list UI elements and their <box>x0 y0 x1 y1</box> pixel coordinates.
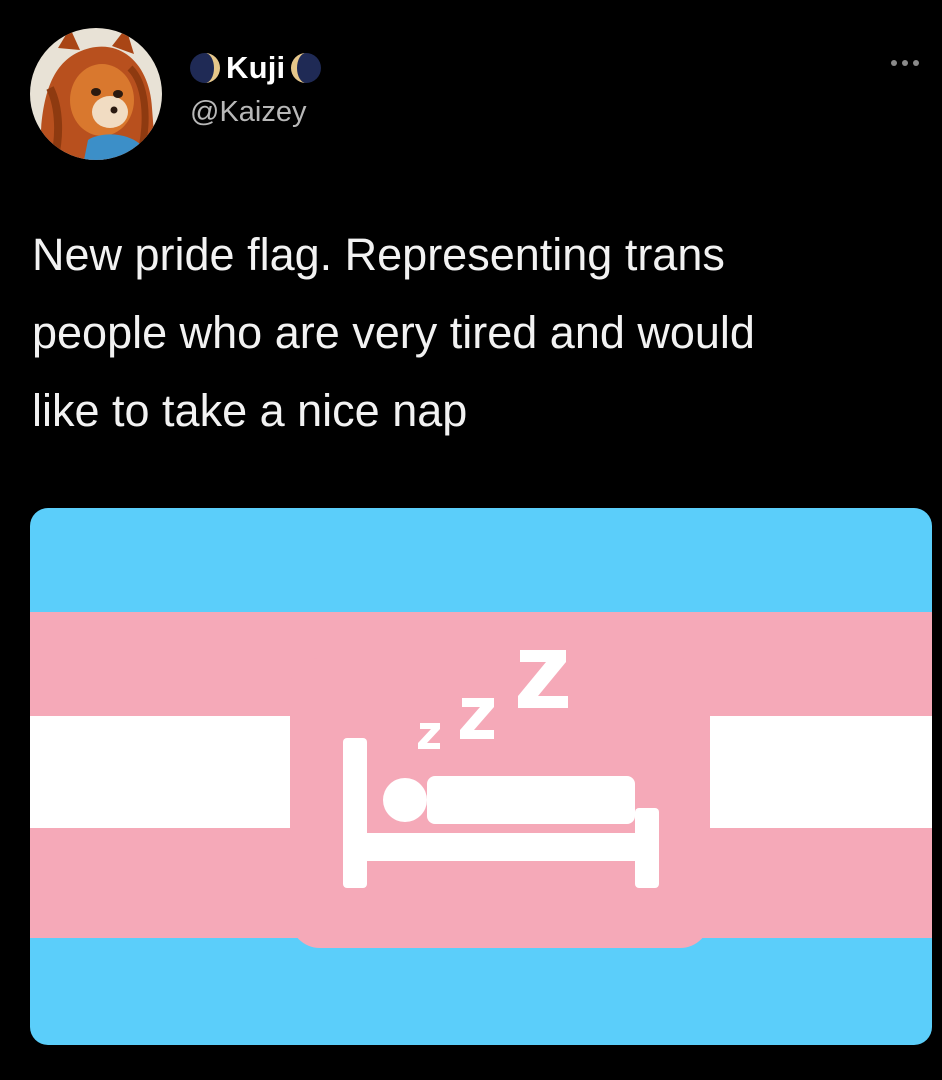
tweet-media-image[interactable] <box>30 508 932 1045</box>
more-dot <box>902 60 908 66</box>
sleeping-person-head <box>383 778 427 822</box>
display-name[interactable]: Kuji <box>226 50 285 86</box>
flag-stripe-blue-top <box>30 508 932 612</box>
more-options-icon[interactable] <box>880 50 930 76</box>
more-dot <box>913 60 919 66</box>
user-handle[interactable]: @Kaizey <box>190 96 306 129</box>
tweet-text: New pride flag. Representing trans peopl… <box>32 229 755 436</box>
name-row: Kuji <box>188 48 323 88</box>
fox-avatar-icon <box>30 28 162 160</box>
more-dot <box>891 60 897 66</box>
flag-stripe-blue-bottom <box>30 938 932 1045</box>
trans-flag-nap-image <box>30 508 932 1045</box>
avatar[interactable] <box>30 28 162 160</box>
tweet: Kuji @Kaizey New pride flag. Representin… <box>0 0 942 1080</box>
waxing-moon-icon <box>289 51 323 85</box>
waning-moon-icon <box>188 51 222 85</box>
